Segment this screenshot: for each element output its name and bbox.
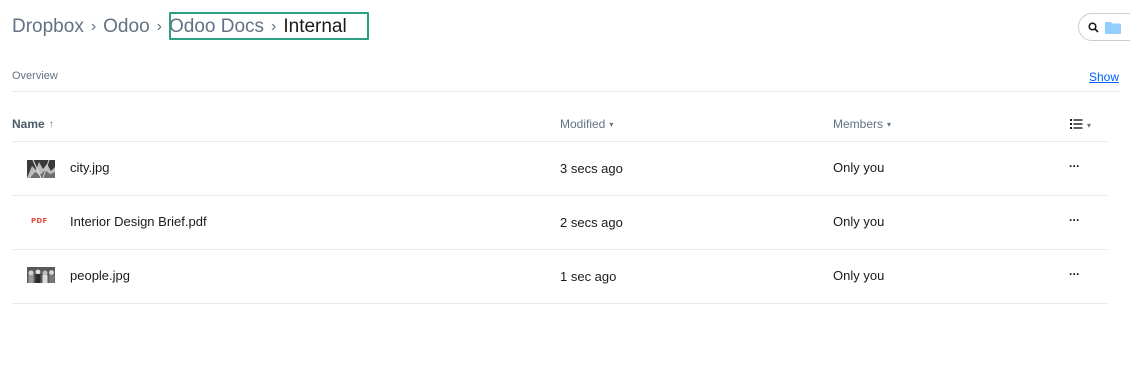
sort-ascending-icon: ↑ bbox=[48, 118, 54, 130]
file-name[interactable]: Interior Design Brief.pdf bbox=[70, 214, 207, 229]
file-modified: 1 sec ago bbox=[560, 269, 617, 284]
file-members: Only you bbox=[833, 160, 885, 175]
view-options-button[interactable]: ▾ bbox=[1070, 118, 1091, 132]
file-members: Only you bbox=[833, 214, 885, 229]
breadcrumb-odoo-docs[interactable]: Odoo Docs bbox=[169, 16, 264, 38]
table-header: Name ↑ Modified ▾ Members ▾ ▾ bbox=[12, 112, 1107, 142]
file-table: Name ↑ Modified ▾ Members ▾ ▾ city.jpg 3… bbox=[12, 112, 1107, 304]
search-icon bbox=[1088, 21, 1099, 33]
search-button[interactable] bbox=[1078, 13, 1130, 41]
show-link[interactable]: Show bbox=[1089, 70, 1119, 84]
breadcrumb-odoo[interactable]: Odoo bbox=[103, 16, 149, 38]
image-thumbnail-icon bbox=[27, 267, 55, 285]
breadcrumb-separator: › bbox=[156, 18, 162, 35]
table-row[interactable]: people.jpg 1 sec ago Only you ··· bbox=[12, 250, 1107, 304]
breadcrumb-internal: Internal bbox=[283, 16, 347, 37]
modified-column-header[interactable]: Modified ▾ bbox=[560, 117, 613, 131]
file-name[interactable]: city.jpg bbox=[70, 160, 110, 175]
list-view-icon bbox=[1070, 118, 1083, 132]
file-name[interactable]: people.jpg bbox=[70, 268, 130, 283]
name-column-header[interactable]: Name ↑ bbox=[12, 117, 54, 131]
more-actions-icon[interactable]: ··· bbox=[1069, 213, 1080, 227]
members-column-header[interactable]: Members ▾ bbox=[833, 117, 891, 131]
more-actions-icon[interactable]: ··· bbox=[1069, 159, 1080, 173]
chevron-down-icon: ▾ bbox=[887, 119, 892, 129]
more-actions-icon[interactable]: ··· bbox=[1069, 267, 1080, 281]
table-row[interactable]: city.jpg 3 secs ago Only you ··· bbox=[12, 142, 1107, 196]
image-thumbnail-icon bbox=[27, 160, 55, 178]
name-header-label: Name bbox=[12, 117, 45, 131]
members-header-label: Members bbox=[833, 117, 884, 131]
chevron-down-icon: ▾ bbox=[1087, 120, 1092, 130]
table-row[interactable]: PDF Interior Design Brief.pdf 2 secs ago… bbox=[12, 196, 1107, 250]
file-modified: 2 secs ago bbox=[560, 215, 623, 230]
overview-bar: Overview Show bbox=[12, 68, 1119, 92]
overview-label: Overview bbox=[12, 70, 58, 82]
modified-header-label: Modified bbox=[560, 117, 606, 131]
breadcrumb-separator: › bbox=[271, 18, 277, 35]
file-members: Only you bbox=[833, 268, 885, 283]
breadcrumb-separator: › bbox=[90, 18, 97, 35]
folder-icon bbox=[1105, 21, 1121, 34]
file-modified: 3 secs ago bbox=[560, 161, 623, 176]
pdf-icon: PDF bbox=[31, 217, 48, 225]
chevron-down-icon: ▾ bbox=[609, 119, 614, 129]
breadcrumb-dropbox[interactable]: Dropbox bbox=[12, 16, 84, 38]
breadcrumb: Dropbox › Odoo › Odoo Docs › Internal bbox=[12, 14, 347, 40]
